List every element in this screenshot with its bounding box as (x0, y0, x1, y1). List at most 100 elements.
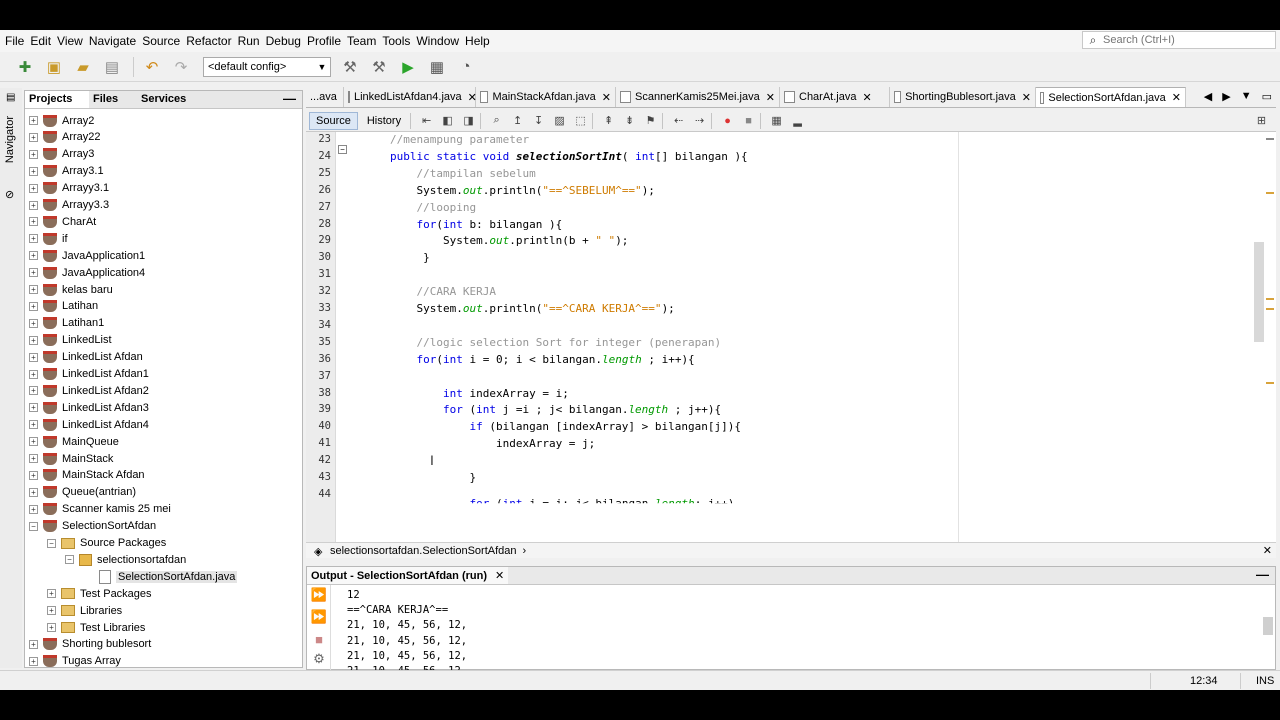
tab-projects[interactable]: Projects (25, 91, 89, 108)
tree-item[interactable]: + Test Packages (47, 585, 152, 602)
collapse-icon[interactable]: − (29, 521, 38, 531)
back-icon[interactable]: ◧ (439, 112, 456, 129)
navigator-tab[interactable]: Navigator (4, 116, 16, 163)
menu-file[interactable]: File (4, 30, 29, 52)
tree-item[interactable]: + LinkedList Afdan3 (29, 399, 149, 416)
tree-item[interactable]: + Tugas Array (29, 653, 121, 670)
tree-item[interactable]: + Test Libraries (47, 619, 145, 636)
new-file-icon[interactable]: ✚ (12, 55, 38, 79)
search-box[interactable]: ⌕ (1082, 31, 1276, 49)
rerun-icon[interactable]: ⏩ (311, 587, 327, 603)
expand-icon[interactable]: + (29, 149, 38, 159)
stripe-status-mark[interactable] (1266, 138, 1274, 140)
expand-icon[interactable]: + (29, 183, 38, 193)
tree-item[interactable]: + Array3 (29, 146, 94, 163)
maximize-icon[interactable]: ▭ (1262, 90, 1272, 103)
expand-icon[interactable]: + (47, 589, 56, 599)
chevron-down-icon[interactable]: ▼ (1241, 90, 1252, 103)
tree-item[interactable]: + LinkedList Afdan2 (29, 382, 149, 399)
menu-tools[interactable]: Tools (381, 30, 415, 52)
tree-item[interactable]: + MainStack (29, 450, 113, 467)
history-tab[interactable]: History (361, 113, 407, 129)
tree-item[interactable]: + Array2 (29, 112, 94, 129)
source-tab[interactable]: Source (309, 111, 358, 130)
stripe-mark[interactable] (1266, 192, 1274, 194)
close-icon[interactable]: ✕ (602, 91, 611, 104)
menu-navigate[interactable]: Navigate (88, 30, 141, 52)
stripe-mark[interactable] (1266, 298, 1274, 300)
tree-item[interactable]: + LinkedList Afdan (29, 349, 143, 366)
tree-item[interactable]: + Libraries (47, 602, 122, 619)
tab-files[interactable]: Files (89, 91, 137, 108)
close-icon[interactable]: ✕ (766, 91, 775, 104)
no-entry-icon[interactable]: ⊘ (5, 188, 14, 201)
editor-tab[interactable]: ShortingBublesort.java ✕ (890, 87, 1036, 107)
toggle-rect-select-icon[interactable]: ⬚ (572, 112, 589, 129)
tree-item[interactable]: + Arrayy3.1 (29, 180, 109, 197)
uncomment-icon[interactable]: ▂ (789, 112, 806, 129)
toggle-bookmark-icon[interactable]: ⚑ (642, 112, 659, 129)
scrollbar-thumb[interactable] (1254, 242, 1264, 342)
undo-icon[interactable]: ↶ (139, 55, 165, 79)
minimize-icon[interactable]: — (283, 91, 296, 106)
code-editor[interactable]: 23 24 25 26 27 28 29 30 31 32 33 34 35 36 37 38 39 40 41 42… (306, 132, 1276, 542)
tree-item[interactable]: − SelectionSortAfdan (29, 518, 156, 535)
expand-icon[interactable]: + (29, 504, 38, 514)
forward-icon[interactable]: ◨ (460, 112, 477, 129)
find-next-icon[interactable]: ↧ (530, 112, 547, 129)
tree-item[interactable]: + LinkedList Afdan1 (29, 366, 149, 383)
tree-item[interactable]: + Shorting bublesort (29, 636, 151, 653)
settings-icon[interactable]: ⚙ (311, 651, 327, 667)
menu-profile[interactable]: Profile (306, 30, 346, 52)
expand-icon[interactable]: + (29, 200, 38, 210)
output-scrollbar[interactable] (1263, 587, 1273, 667)
tree-item[interactable]: + Array3.1 (29, 163, 104, 180)
tree-item[interactable]: + CharAt (29, 213, 96, 230)
menu-help[interactable]: Help (464, 30, 495, 52)
panel-toggle-icon[interactable]: ▤ (6, 92, 15, 103)
menu-run[interactable]: Run (237, 30, 265, 52)
stripe-mark[interactable] (1266, 382, 1274, 384)
config-select[interactable]: <default config> ▼ (203, 56, 331, 77)
menu-source[interactable]: Source (141, 30, 185, 52)
expand-icon[interactable]: + (29, 234, 38, 244)
find-icon[interactable]: ⌕ (488, 112, 505, 129)
editor-tab[interactable]: LinkedListAfdan4.java ✕ (344, 87, 477, 107)
chevron-right-icon[interactable]: › (523, 545, 527, 557)
find-previous-icon[interactable]: ↥ (509, 112, 526, 129)
tree-item[interactable]: SelectionSortAfdan.java (99, 568, 238, 585)
search-input[interactable] (1103, 34, 1273, 46)
menu-debug[interactable]: Debug (265, 30, 306, 52)
last-edit-icon[interactable]: ⇤ (418, 112, 435, 129)
expand-icon[interactable]: + (29, 403, 38, 413)
expand-icon[interactable]: + (29, 335, 38, 345)
tree-item[interactable]: + kelas baru (29, 281, 113, 298)
toggle-highlight-icon[interactable]: ▨ (551, 112, 568, 129)
menu-window[interactable]: Window (415, 30, 464, 52)
expand-icon[interactable]: + (47, 606, 56, 616)
expand-icon[interactable]: + (29, 132, 38, 142)
open-project-icon[interactable]: ▰ (70, 55, 96, 79)
maximize-icon[interactable]: ⊞ (1253, 112, 1270, 129)
shift-right-icon[interactable]: ⇢ (691, 112, 708, 129)
chevron-left-icon[interactable]: ◀ (1204, 90, 1212, 103)
stripe-mark[interactable] (1266, 308, 1274, 310)
tree-item[interactable]: − Source Packages (47, 535, 166, 552)
tab-services[interactable]: Services (137, 91, 257, 108)
tree-item[interactable]: + JavaApplication1 (29, 247, 145, 264)
debug-icon[interactable]: ▦ (424, 55, 450, 79)
shift-left-icon[interactable]: ⇠ (670, 112, 687, 129)
expand-icon[interactable]: + (29, 268, 38, 278)
tree-item[interactable]: − selectionsortafdan (65, 551, 186, 568)
expand-icon[interactable]: + (29, 116, 38, 125)
editor-tab[interactable]: MainStackAfdan.java ✕ (476, 87, 616, 107)
close-icon[interactable]: ✕ (862, 91, 871, 104)
expand-icon[interactable]: + (29, 470, 38, 480)
build-hammer-icon[interactable]: ⚒ (337, 55, 363, 79)
new-project-icon[interactable]: ▣ (41, 55, 67, 79)
expand-icon[interactable]: + (29, 166, 38, 176)
vertical-scrollbar[interactable] (1254, 132, 1264, 542)
fold-collapse-icon[interactable]: − (338, 145, 347, 154)
redo-icon[interactable]: ↷ (168, 55, 194, 79)
close-icon[interactable]: ✕ (1172, 91, 1181, 104)
